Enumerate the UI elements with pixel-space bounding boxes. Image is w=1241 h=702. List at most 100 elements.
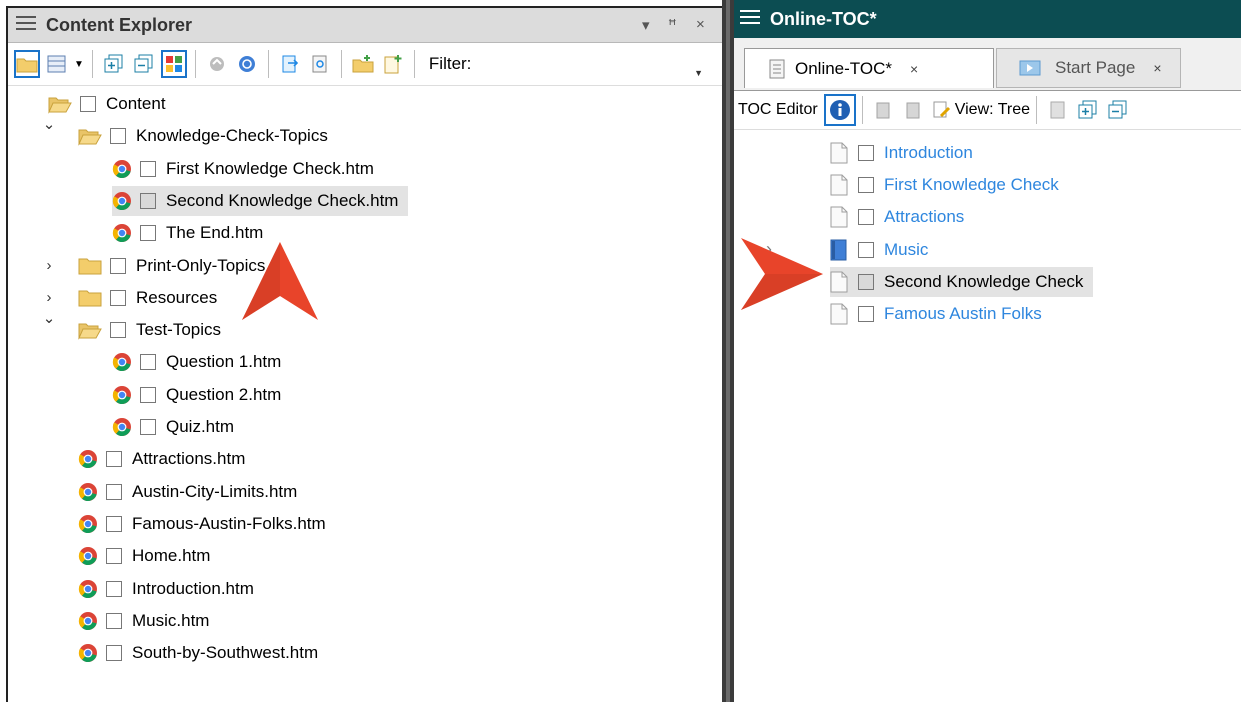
tree-item-label: Introduction.htm [132, 578, 254, 598]
tree-item[interactable]: Content [48, 89, 166, 119]
chevron-down-icon[interactable]: ⌄ [42, 309, 56, 327]
toc-editor-label: TOC Editor [738, 101, 818, 118]
checkbox[interactable] [80, 96, 96, 112]
checkbox[interactable] [858, 241, 874, 258]
properties-button[interactable] [307, 50, 333, 78]
tree-item[interactable]: › Resources [47, 283, 218, 313]
chevron-down-icon[interactable]: ⌄ [42, 115, 56, 133]
tree-item[interactable]: Question 2.htm [112, 380, 281, 410]
checkbox[interactable] [110, 128, 126, 145]
tree-item[interactable]: Famous-Austin-Folks.htm [78, 509, 326, 539]
expand-all-button[interactable] [1075, 96, 1101, 124]
pin-icon[interactable]: ꟸ [668, 16, 677, 34]
checkbox[interactable] [140, 419, 156, 435]
grid-view-icon [47, 55, 66, 73]
checkbox[interactable] [858, 209, 874, 226]
checkbox[interactable] [140, 225, 156, 242]
toc-entry[interactable]: Second Knowledge Check [830, 266, 1094, 297]
checkbox[interactable] [106, 483, 122, 500]
color-view-button[interactable] [160, 50, 187, 78]
view-mode-button[interactable] [44, 50, 70, 78]
checkbox[interactable] [858, 306, 874, 322]
bind-source-button[interactable] [204, 50, 230, 78]
toc-titlebar: Online-TOC* [734, 0, 1241, 38]
collapse-all-button[interactable] [1105, 96, 1131, 124]
tree-item[interactable]: Music.htm [78, 606, 209, 636]
checkbox[interactable] [140, 354, 156, 371]
checkbox[interactable] [106, 515, 122, 532]
view-dropdown-icon[interactable]: ▼ [74, 59, 84, 70]
tree-item[interactable]: Austin-City-Limits.htm [78, 477, 297, 507]
pane-splitter-highlight [726, 0, 730, 702]
close-icon[interactable]: × [910, 61, 918, 77]
toc-entry[interactable]: First Knowledge Check [830, 170, 1059, 200]
page-icon [830, 206, 848, 228]
unlink-button[interactable] [901, 96, 927, 124]
hamburger-menu-icon[interactable] [740, 9, 760, 30]
toc-entry[interactable]: Famous Austin Folks [830, 299, 1042, 329]
tree-item[interactable]: ⌄ Test-Topics [43, 310, 222, 345]
checkbox[interactable] [140, 160, 156, 177]
filter-input[interactable]: ▼ [611, 47, 711, 81]
dropdown-icon[interactable]: ▾ [642, 16, 650, 34]
open-folder-button[interactable] [14, 50, 40, 78]
tab-start-page[interactable]: Start Page × [996, 48, 1181, 88]
tree-item[interactable]: Second Knowledge Check.htm [112, 185, 409, 216]
list-view-button[interactable] [1045, 96, 1071, 124]
collapse-all-button[interactable] [131, 50, 157, 78]
checkbox[interactable] [106, 451, 122, 468]
toolbar-divider [1036, 96, 1038, 124]
close-icon[interactable]: × [696, 16, 705, 33]
link-book-icon [876, 102, 890, 119]
close-icon[interactable]: × [1153, 60, 1161, 76]
tree-item[interactable]: First Knowledge Check.htm [112, 154, 374, 184]
tree-item-label: Knowledge-Check-Topics [136, 126, 328, 146]
tree-item[interactable]: Home.htm [78, 541, 210, 571]
checkbox[interactable] [858, 145, 874, 161]
pointer-arrow-right-icon [741, 238, 823, 310]
chevron-right-icon[interactable]: › [42, 289, 56, 306]
collapse-all-icon [1108, 100, 1127, 119]
checkbox[interactable] [106, 548, 122, 565]
checkbox[interactable] [110, 322, 126, 339]
checkbox[interactable] [110, 289, 126, 306]
toc-entry-label: First Knowledge Check [884, 175, 1059, 195]
chrome-icon [112, 352, 132, 372]
info-button[interactable] [823, 94, 856, 126]
chrome-icon [112, 159, 132, 179]
tree-item[interactable]: Question 1.htm [112, 347, 281, 377]
checkbox[interactable] [858, 273, 874, 290]
new-topic-button[interactable] [380, 50, 406, 78]
chevron-right-icon[interactable]: › [42, 257, 56, 274]
tree-item[interactable]: ⌄ Knowledge-Check-Topics [43, 116, 328, 151]
view-tree-label[interactable]: View: Tree [955, 101, 1030, 119]
tree-item[interactable]: Attractions.htm [78, 444, 245, 474]
toc-entry[interactable]: Attractions [830, 202, 964, 232]
tree-item[interactable]: Quiz.htm [112, 412, 234, 442]
checkbox[interactable] [106, 612, 122, 629]
checkbox[interactable] [140, 192, 156, 209]
tree-item-label: Test-Topics [136, 320, 222, 340]
sync-button[interactable] [234, 50, 260, 78]
tree-item-label: Quiz.htm [166, 417, 235, 436]
hamburger-menu-icon[interactable] [16, 15, 36, 36]
view-tree-icon-button[interactable] [931, 96, 953, 124]
new-folder-button[interactable] [350, 50, 376, 78]
toc-entry[interactable]: Introduction [830, 138, 973, 168]
open-file-button[interactable] [277, 50, 303, 78]
tree-item[interactable]: Introduction.htm [78, 574, 254, 604]
checkbox[interactable] [110, 257, 126, 274]
checkbox[interactable] [106, 645, 122, 662]
tree-item-label: Austin-City-Limits.htm [132, 481, 298, 501]
checkbox[interactable] [106, 580, 122, 597]
filter-dropdown-icon[interactable]: ▼ [694, 68, 703, 78]
link-button[interactable] [871, 96, 897, 124]
collapse-all-icon [134, 54, 153, 73]
toc-entry[interactable]: › Music [766, 235, 928, 265]
tab-online-toc[interactable]: Online-TOC* × [744, 48, 994, 88]
expand-all-button[interactable] [101, 50, 127, 78]
toolbar-divider [413, 50, 415, 78]
checkbox[interactable] [140, 386, 156, 403]
checkbox[interactable] [858, 177, 874, 194]
tree-item[interactable]: South-by-Southwest.htm [78, 638, 318, 668]
